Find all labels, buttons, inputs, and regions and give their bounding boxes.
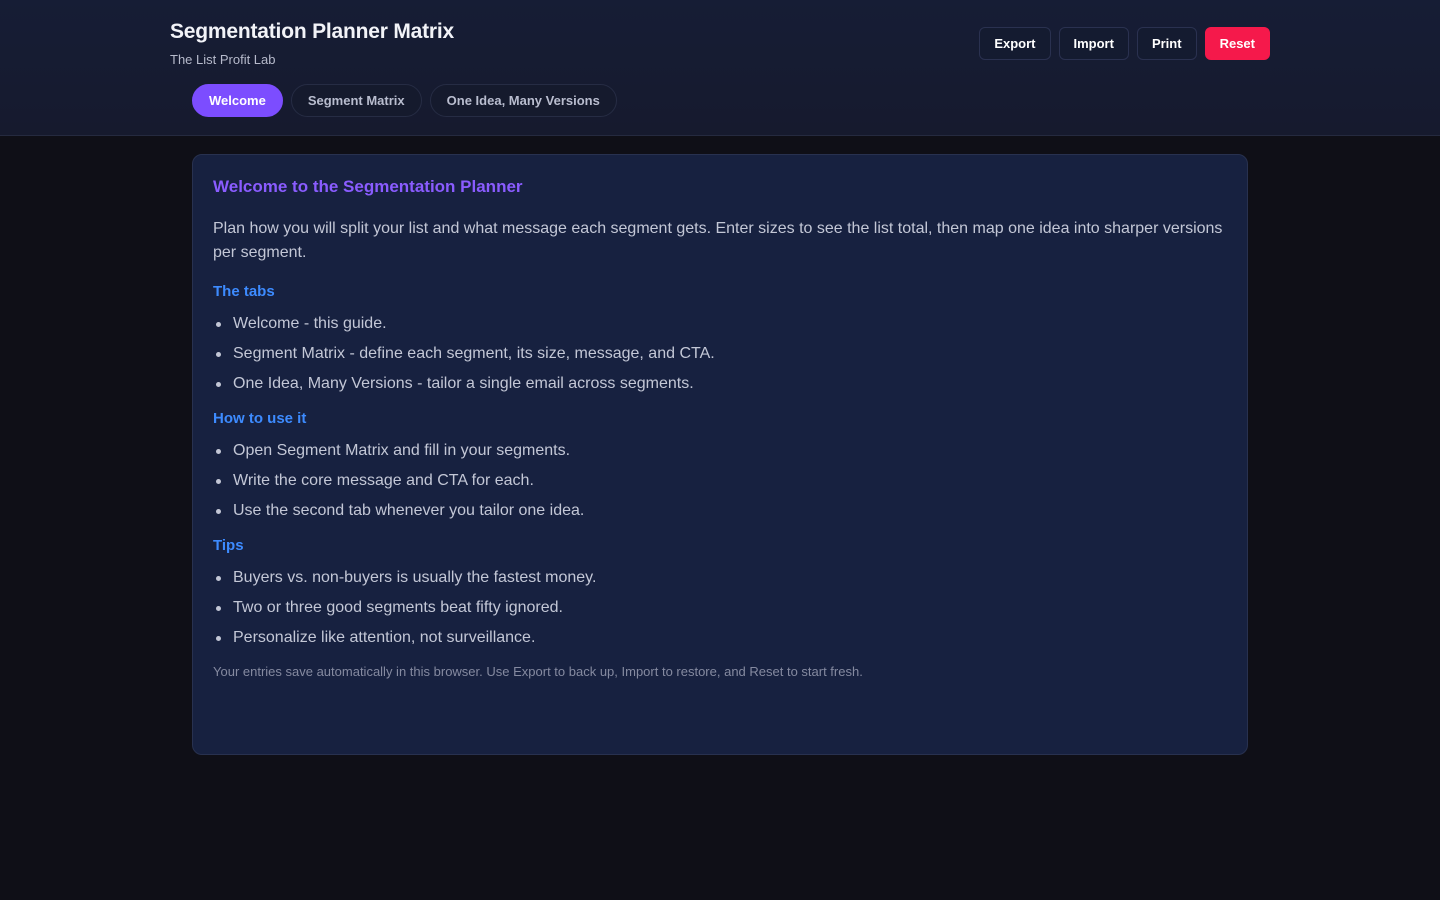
panel-heading: Welcome to the Segmentation Planner bbox=[213, 177, 523, 196]
list-item: Welcome - this guide. bbox=[213, 314, 1227, 334]
list-item: Use the second tab whenever you tailor o… bbox=[213, 501, 1227, 521]
list-item: Buyers vs. non-buyers is usually the fas… bbox=[213, 568, 1227, 588]
tab-segment-matrix[interactable]: Segment Matrix bbox=[290, 84, 422, 117]
list-item: Write the core message and CTA for each. bbox=[213, 471, 1227, 491]
reset-button[interactable]: Reset bbox=[1204, 27, 1270, 60]
tab-bar: Welcome Segment Matrix One Idea, Many Ve… bbox=[192, 84, 617, 117]
list-item: Segment Matrix - define each segment, it… bbox=[213, 344, 1227, 364]
section-title-tips: Tips bbox=[213, 537, 244, 554]
welcome-panel: Welcome to the Segmentation Planner Plan… bbox=[192, 154, 1248, 755]
import-button[interactable]: Import bbox=[1058, 27, 1129, 60]
section-title-tabs: The tabs bbox=[213, 283, 275, 300]
autosave-note: Your entries save automatically in this … bbox=[213, 664, 863, 679]
app-title: Segmentation Planner Matrix bbox=[170, 20, 454, 43]
export-button[interactable]: Export bbox=[979, 27, 1051, 60]
toolbar: Export Import Print Reset bbox=[979, 27, 1270, 60]
tips-list: Buyers vs. non-buyers is usually the fas… bbox=[213, 568, 1227, 648]
list-item: Two or three good segments beat fifty ig… bbox=[213, 598, 1227, 618]
app-subtitle: The List Profit Lab bbox=[170, 52, 276, 67]
section-title-how-to-use: How to use it bbox=[213, 410, 307, 427]
list-item: Personalize like attention, not surveill… bbox=[213, 628, 1227, 648]
app-header: Segmentation Planner Matrix The List Pro… bbox=[0, 0, 1440, 136]
how-to-use-list: Open Segment Matrix and fill in your seg… bbox=[213, 441, 1227, 521]
list-item: Open Segment Matrix and fill in your seg… bbox=[213, 441, 1227, 461]
tab-one-idea-many-versions[interactable]: One Idea, Many Versions bbox=[429, 84, 617, 117]
list-item: One Idea, Many Versions - tailor a singl… bbox=[213, 374, 1227, 394]
intro-text: Plan how you will split your list and wh… bbox=[213, 220, 1223, 261]
tabs-list: Welcome - this guide. Segment Matrix - d… bbox=[213, 314, 1227, 394]
print-button[interactable]: Print bbox=[1136, 27, 1197, 60]
tab-welcome[interactable]: Welcome bbox=[192, 84, 283, 117]
